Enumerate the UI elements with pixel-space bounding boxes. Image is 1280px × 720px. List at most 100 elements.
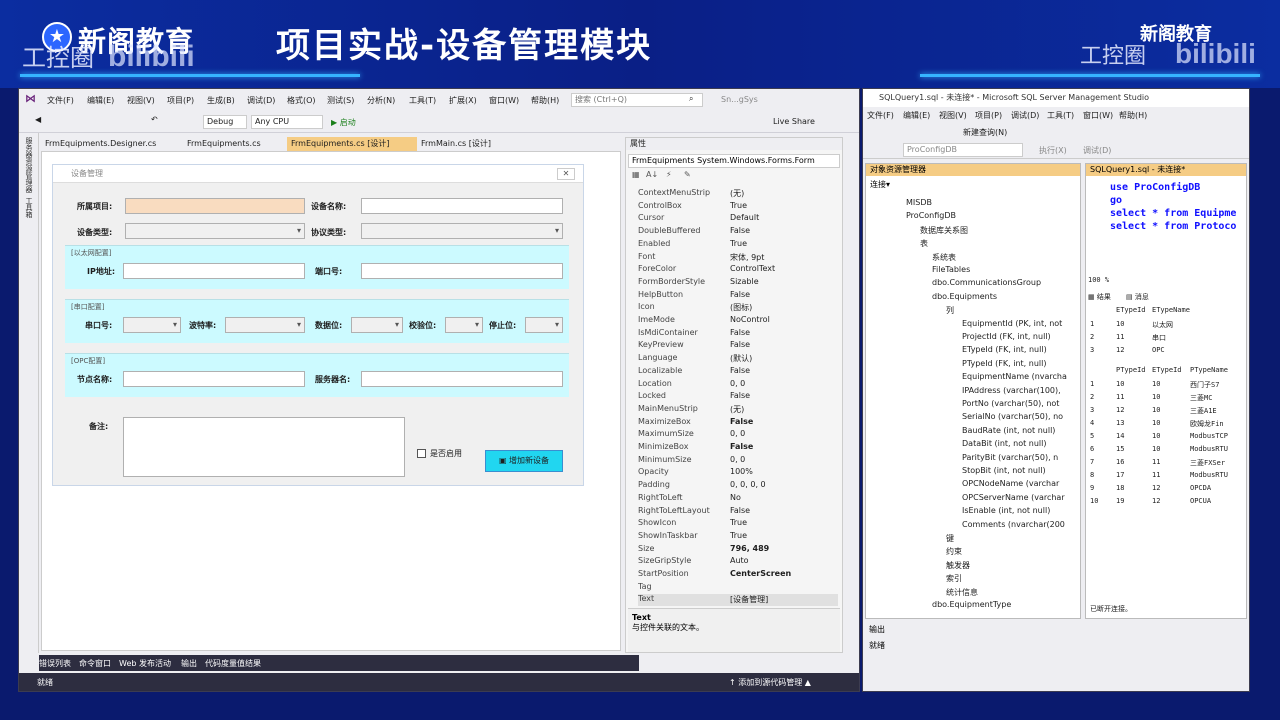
zoom-level[interactable]: 100 % [1088, 276, 1109, 284]
menu-analyze[interactable]: 分析(N) [367, 95, 395, 106]
ssms-menu-help[interactable]: 帮助(H) [1119, 110, 1147, 121]
ssms-menu-view[interactable]: 视图(V) [939, 110, 967, 121]
property-value[interactable]: 0, 0 [730, 429, 745, 438]
ip-input[interactable] [123, 263, 305, 279]
menu-help[interactable]: 帮助(H) [531, 95, 559, 106]
ssms-menu-edit[interactable]: 编辑(E) [903, 110, 930, 121]
start-button[interactable]: ▶ 启动 [331, 117, 356, 128]
messages-tab[interactable]: ▤ 消息 [1126, 292, 1149, 302]
ssms-menu-debug[interactable]: 调试(D) [1011, 110, 1039, 121]
property-row[interactable]: Cursor Default [638, 213, 838, 225]
property-value[interactable]: False [730, 417, 753, 426]
enable-checkbox[interactable] [417, 449, 426, 458]
menu-format[interactable]: 格式(O) [287, 95, 316, 106]
ssms-output-tab[interactable]: 输出 [863, 623, 1249, 637]
vs-search-input[interactable]: 搜索 (Ctrl+Q) [571, 93, 703, 107]
property-row[interactable]: Text [设备管理] [638, 594, 838, 607]
menu-view[interactable]: 视图(V) [127, 95, 155, 106]
server-input[interactable] [361, 371, 563, 387]
property-row[interactable]: Padding 0, 0, 0, 0 [638, 480, 838, 492]
property-value[interactable]: (图标) [730, 302, 752, 313]
execute-button[interactable]: 执行(X) [1039, 145, 1067, 156]
tree-node[interactable]: EquipmentName (nvarcha [962, 372, 1067, 381]
property-value[interactable]: (无) [730, 188, 744, 199]
tree-node[interactable]: OPCServerName (varchar [962, 493, 1065, 502]
property-row[interactable]: ContextMenuStrip (无) [638, 188, 838, 200]
property-row[interactable]: MaximizeBox False [638, 417, 838, 429]
property-value[interactable]: 0, 0, 0, 0 [730, 480, 766, 489]
tree-node[interactable]: IsEnable (int, not null) [962, 506, 1050, 515]
database-combo[interactable]: ProConfigDB [903, 143, 1023, 157]
tree-node[interactable]: 系统表 [932, 252, 956, 263]
tree-node[interactable]: SerialNo (varchar(50), no [962, 412, 1063, 421]
categorized-icon[interactable]: ▦ [632, 170, 640, 179]
config-combo[interactable]: Debug [203, 115, 247, 129]
property-row[interactable]: Icon (图标) [638, 302, 838, 314]
property-value[interactable]: True [730, 239, 747, 248]
property-row[interactable]: Language (默认) [638, 353, 838, 365]
property-value[interactable]: 0, 0 [730, 379, 745, 388]
property-value[interactable]: Auto [730, 556, 749, 565]
property-value[interactable]: CenterScreen [730, 569, 791, 578]
tree-node[interactable]: PortNo (varchar(50), not [962, 399, 1059, 408]
tree-node[interactable]: 表 [920, 238, 928, 249]
menu-test[interactable]: 测试(S) [327, 95, 354, 106]
tree-node[interactable]: 索引 [946, 573, 962, 584]
property-value[interactable]: 0, 0 [730, 455, 745, 464]
platform-combo[interactable]: Any CPU [251, 115, 323, 129]
property-value[interactable]: (默认) [730, 353, 752, 364]
property-row[interactable]: DoubleBuffered False [638, 226, 838, 238]
tab-frmequipments-cs[interactable]: FrmEquipments.cs [183, 137, 287, 151]
property-value[interactable]: True [730, 518, 747, 527]
tree-node[interactable]: Comments (nvarchar(200 [962, 520, 1065, 529]
property-row[interactable]: SizeGripStyle Auto [638, 556, 838, 568]
device-type-select[interactable] [125, 223, 305, 239]
project-input[interactable] [125, 198, 305, 214]
tree-node[interactable]: FileTables [932, 265, 970, 274]
tree-node[interactable]: 触发器 [946, 560, 970, 571]
undo-icon[interactable]: ↶ [151, 115, 158, 124]
tree-node[interactable]: BaudRate (int, not null) [962, 426, 1055, 435]
add-source-control[interactable]: ↑ 添加到源代码管理 ▲ [729, 677, 811, 688]
tab-frmequipments-design[interactable]: FrmEquipments.cs [设计] [287, 137, 417, 151]
connect-button[interactable]: 连接▾ [866, 178, 1080, 192]
query-tab[interactable]: SQLQuery1.sql - 未连接* [1086, 164, 1246, 176]
menu-build[interactable]: 生成(B) [207, 95, 235, 106]
baud-select[interactable] [225, 317, 305, 333]
property-row[interactable]: ControlBox True [638, 201, 838, 213]
tree-node[interactable]: ETypeId (FK, int, null) [962, 345, 1047, 354]
property-row[interactable]: RightToLeftLayout False [638, 506, 838, 518]
property-row[interactable]: Localizable False [638, 366, 838, 378]
property-row[interactable]: Tag [638, 582, 838, 594]
device-name-input[interactable] [361, 198, 563, 214]
property-value[interactable]: False [730, 366, 750, 375]
results-tab[interactable]: ▦ 结果 [1088, 292, 1111, 302]
tree-node[interactable]: 数据库关系图 [920, 225, 968, 236]
designed-form[interactable]: 设备管理 ✕ 所属项目: 设备名称: 设备类型: 协议类型: [以太网配置] I… [52, 164, 584, 486]
property-value[interactable]: False [730, 226, 750, 235]
property-value[interactable]: 宋体, 9pt [730, 252, 764, 263]
menu-tools[interactable]: 工具(T) [409, 95, 436, 106]
tab-designer-cs[interactable]: FrmEquipments.Designer.cs [41, 137, 181, 151]
property-value[interactable]: No [730, 493, 741, 502]
form-close-button[interactable]: ✕ [557, 168, 575, 180]
tree-node[interactable]: dbo.Equipments [932, 292, 997, 301]
protocol-select[interactable] [361, 223, 563, 239]
tab-error-list[interactable]: 错误列表 [39, 658, 71, 669]
tree-node[interactable]: 统计信息 [946, 587, 978, 598]
property-value[interactable]: [设备管理] [730, 594, 768, 605]
property-value[interactable]: Sizable [730, 277, 759, 286]
menu-debug[interactable]: 调试(D) [247, 95, 275, 106]
property-row[interactable]: Locked False [638, 391, 838, 403]
property-row[interactable]: Opacity 100% [638, 467, 838, 479]
tab-web-publish[interactable]: Web 发布活动 [119, 658, 171, 669]
side-tab-server[interactable]: 服务器资源管理器 [24, 137, 34, 193]
property-row[interactable]: FormBorderStyle Sizable [638, 277, 838, 289]
property-row[interactable]: Font 宋体, 9pt [638, 252, 838, 264]
new-query-button[interactable]: 新建查询(N) [963, 127, 1007, 138]
tree-node[interactable]: EquipmentId (PK, int, not [962, 319, 1062, 328]
tab-frmmain-design[interactable]: FrmMain.cs [设计] [417, 137, 517, 151]
property-value[interactable]: False [730, 340, 750, 349]
property-value[interactable]: False [730, 290, 750, 299]
property-value[interactable]: (无) [730, 404, 744, 415]
